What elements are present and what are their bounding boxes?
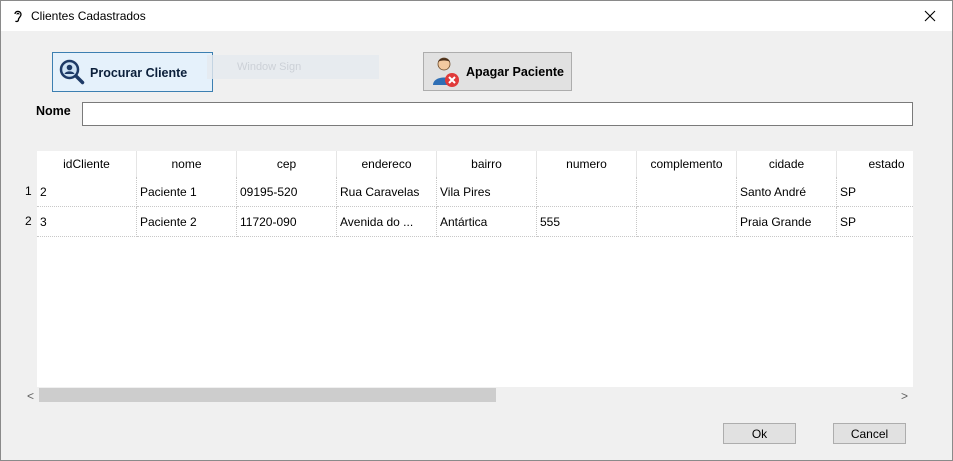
table-cell[interactable]: 2 bbox=[37, 177, 137, 207]
column-header-estado[interactable]: estado bbox=[837, 151, 913, 177]
table-cell[interactable]: Santo André bbox=[737, 177, 837, 207]
table-cell[interactable] bbox=[637, 207, 737, 237]
search-client-label: Procurar Cliente bbox=[90, 66, 188, 80]
close-icon bbox=[924, 10, 936, 22]
delete-patient-label: Apagar Paciente bbox=[466, 64, 564, 79]
column-header-cidade[interactable]: cidade bbox=[737, 151, 837, 177]
table-cell[interactable]: 09195-520 bbox=[237, 177, 337, 207]
scroll-left-icon[interactable]: < bbox=[22, 387, 39, 404]
window-title: Clientes Cadastrados bbox=[31, 9, 146, 23]
table-cell[interactable]: Avenida do ... bbox=[337, 207, 437, 237]
search-client-button[interactable]: Procurar Cliente bbox=[52, 52, 213, 92]
table-cell[interactable]: 555 bbox=[537, 207, 637, 237]
table-cell[interactable]: 11720-090 bbox=[237, 207, 337, 237]
horizontal-scrollbar[interactable]: < > bbox=[22, 387, 913, 404]
search-user-icon bbox=[59, 59, 85, 85]
column-header-cep[interactable]: cep bbox=[237, 151, 337, 177]
table-header: idCliente nome cep endereco bairro numer… bbox=[37, 151, 913, 177]
close-button[interactable] bbox=[908, 1, 952, 31]
row-number[interactable]: 2 bbox=[25, 214, 37, 228]
column-header-endereco[interactable]: endereco bbox=[337, 151, 437, 177]
column-header-bairro[interactable]: bairro bbox=[437, 151, 537, 177]
table-cell[interactable] bbox=[537, 177, 637, 207]
ok-button[interactable]: Ok bbox=[723, 423, 796, 444]
table-cell[interactable]: SP bbox=[837, 177, 913, 207]
nome-input[interactable] bbox=[82, 102, 913, 126]
column-header-complemento[interactable]: complemento bbox=[637, 151, 737, 177]
table-cell[interactable]: Rua Caravelas bbox=[337, 177, 437, 207]
cancel-button[interactable]: Cancel bbox=[833, 423, 906, 444]
table-cell[interactable]: Paciente 1 bbox=[137, 177, 237, 207]
nome-label: Nome bbox=[36, 104, 71, 118]
clients-table[interactable]: idCliente nome cep endereco bairro numer… bbox=[22, 151, 913, 387]
ear-icon bbox=[14, 10, 22, 23]
delete-patient-button[interactable]: Apagar Paciente bbox=[423, 52, 572, 91]
delete-user-icon bbox=[433, 57, 459, 87]
table-cell[interactable]: 3 bbox=[37, 207, 137, 237]
table-cell[interactable]: Paciente 2 bbox=[137, 207, 237, 237]
scroll-right-icon[interactable]: > bbox=[896, 387, 913, 404]
table-cell[interactable]: Vila Pires bbox=[437, 177, 537, 207]
column-header-nome[interactable]: nome bbox=[137, 151, 237, 177]
table-row[interactable]: 3 Paciente 2 11720-090 Avenida do ... An… bbox=[37, 207, 913, 237]
table-cell[interactable]: Praia Grande bbox=[737, 207, 837, 237]
row-number[interactable]: 1 bbox=[25, 184, 37, 198]
table-cell[interactable]: Antártica bbox=[437, 207, 537, 237]
table-cell[interactable]: SP bbox=[837, 207, 913, 237]
column-header-numero[interactable]: numero bbox=[537, 151, 637, 177]
column-header-idcliente[interactable]: idCliente bbox=[37, 151, 137, 177]
scrollbar-thumb[interactable] bbox=[39, 388, 496, 402]
clientes-dialog: Clientes Cadastrados Procurar Cliente Wi… bbox=[0, 0, 953, 461]
table-row[interactable]: 2 Paciente 1 09195-520 Rua Caravelas Vil… bbox=[37, 177, 913, 207]
title-bar: Clientes Cadastrados bbox=[1, 1, 952, 31]
ghost-window-sign: Window Sign bbox=[207, 55, 379, 79]
table-cell[interactable] bbox=[637, 177, 737, 207]
